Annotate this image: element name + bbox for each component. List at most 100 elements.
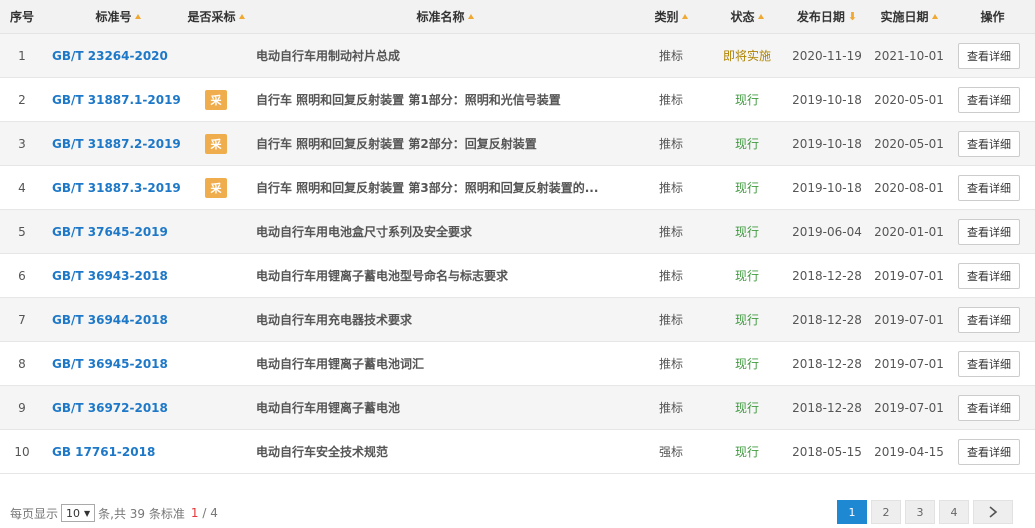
standard-type: 推标: [658, 401, 683, 415]
standard-status: 现行: [734, 313, 759, 327]
view-details-button[interactable]: 查看详细: [958, 438, 1020, 465]
view-details-button[interactable]: 查看详细: [958, 174, 1020, 201]
standard-type: 推标: [658, 269, 683, 283]
standard-code-link[interactable]: GB/T 37645-2019: [44, 210, 184, 253]
publish-date: 2018-12-28: [792, 356, 862, 371]
implement-date: 2020-08-01: [874, 180, 944, 195]
implement-date: 2020-05-01: [874, 92, 944, 107]
view-details-button[interactable]: 查看详细: [958, 130, 1020, 157]
adoption-cell: [184, 254, 248, 297]
adoption-cell: 采: [184, 166, 248, 209]
standards-list-page: 序号 标准号 是否采标 标准名称 类别 状态 发布日期 ⬇ 实施日期 操作 1 GB…: [0, 0, 1035, 528]
operation-cell: 查看详细: [950, 166, 1035, 209]
standard-code-link[interactable]: GB 17761-2018: [44, 430, 184, 473]
standard-type: 推标: [658, 93, 683, 107]
standard-status: 现行: [734, 269, 759, 283]
view-details-button[interactable]: 查看详细: [958, 218, 1020, 245]
standard-status: 现行: [734, 445, 759, 459]
sort-up-icon: [931, 14, 938, 19]
publish-date: 2019-10-18: [792, 136, 862, 151]
header-pubdate-sort[interactable]: 发布日期 ⬇: [786, 0, 868, 33]
adoption-cell: [184, 386, 248, 429]
standard-name: 电动自行车用锂离子蓄电池: [256, 401, 401, 415]
per-page-prefix: 每页显示: [10, 506, 59, 521]
standard-code-link[interactable]: GB/T 31887.2-2019: [44, 122, 184, 165]
table-row: 9 GB/T 36972-2018 电动自行车用锂离子蓄电池 推标 现行 2018-12-…: [0, 386, 1035, 430]
current-page-number: 1: [190, 506, 199, 520]
row-index: 5: [18, 224, 26, 239]
standard-status: 现行: [734, 137, 759, 151]
standard-status: 现行: [734, 93, 759, 107]
publish-date: 2019-10-18: [792, 180, 862, 195]
standard-code-link[interactable]: GB/T 23264-2020: [44, 34, 184, 77]
standard-code-link[interactable]: GB/T 36972-2018: [44, 386, 184, 429]
row-index: 2: [18, 92, 26, 107]
operation-cell: 查看详细: [950, 34, 1035, 77]
per-page-select[interactable]: 10 ▼: [61, 504, 96, 522]
standard-code-link[interactable]: GB/T 31887.1-2019: [44, 78, 184, 121]
view-details-button[interactable]: 查看详细: [958, 350, 1020, 377]
adoption-cell: [184, 210, 248, 253]
header-status-sort[interactable]: 状态: [708, 0, 786, 33]
standard-name: 自行车 照明和回复反射装置 第1部分：照明和光信号装置: [256, 93, 561, 107]
page-button-1[interactable]: 1: [837, 500, 867, 524]
total-pages: 4: [210, 506, 218, 520]
total-count: 条,共 39 条标准: [98, 506, 185, 521]
view-details-button[interactable]: 查看详细: [958, 86, 1020, 113]
table-row: 4 GB/T 31887.3-2019 采 自行车 照明和回复反射装置 第3部分：照明…: [0, 166, 1035, 210]
view-details-button[interactable]: 查看详细: [958, 42, 1020, 69]
operation-cell: 查看详细: [950, 210, 1035, 253]
implement-date: 2019-07-01: [874, 400, 944, 415]
sort-down-icon: ⬇: [847, 10, 858, 23]
adoption-cell: [184, 342, 248, 385]
publish-date: 2018-12-28: [792, 400, 862, 415]
sort-up-icon: [757, 14, 764, 19]
implement-date: 2019-04-15: [874, 444, 944, 459]
standard-type: 推标: [658, 49, 683, 63]
publish-date: 2018-12-28: [792, 268, 862, 283]
per-page-value: 10: [66, 506, 81, 520]
header-impdate-sort[interactable]: 实施日期: [868, 0, 950, 33]
view-details-button[interactable]: 查看详细: [958, 306, 1020, 333]
header-code-sort[interactable]: 标准号: [44, 0, 184, 33]
adoption-cell: 采: [184, 78, 248, 121]
page-separator: /: [198, 506, 211, 520]
standard-status: 现行: [734, 181, 759, 195]
implement-date: 2020-01-01: [874, 224, 944, 239]
table-row: 3 GB/T 31887.2-2019 采 自行车 照明和回复反射装置 第2部分：回复…: [0, 122, 1035, 166]
adopted-badge: 采: [205, 133, 227, 154]
operation-cell: 查看详细: [950, 122, 1035, 165]
sort-up-icon: [681, 14, 688, 19]
header-adoption-sort[interactable]: 是否采标: [184, 0, 248, 33]
operation-cell: 查看详细: [950, 78, 1035, 121]
view-details-button[interactable]: 查看详细: [958, 394, 1020, 421]
next-page-button[interactable]: [973, 500, 1013, 524]
standard-code-link[interactable]: GB/T 36945-2018: [44, 342, 184, 385]
page-button-3[interactable]: 3: [905, 500, 935, 524]
standard-code-link[interactable]: GB/T 36944-2018: [44, 298, 184, 341]
standard-code-link[interactable]: GB/T 31887.3-2019: [44, 166, 184, 209]
view-details-button[interactable]: 查看详细: [958, 262, 1020, 289]
operation-cell: 查看详细: [950, 342, 1035, 385]
header-type-sort[interactable]: 类别: [634, 0, 708, 33]
header-index: 序号: [9, 10, 34, 24]
operation-cell: 查看详细: [950, 386, 1035, 429]
sort-up-icon: [467, 14, 474, 19]
standard-status: 现行: [734, 357, 759, 371]
standard-type: 推标: [658, 357, 683, 371]
publish-date: 2019-06-04: [792, 224, 862, 239]
adopted-badge: 采: [205, 89, 227, 110]
standard-status: 即将实施: [722, 49, 771, 63]
adopted-badge: 采: [205, 177, 227, 198]
page-button-4[interactable]: 4: [939, 500, 969, 524]
pagination: 1234: [837, 500, 1013, 524]
standard-status: 现行: [734, 225, 759, 239]
adoption-cell: [184, 298, 248, 341]
page-button-2[interactable]: 2: [871, 500, 901, 524]
standard-type: 推标: [658, 137, 683, 151]
table-row: 2 GB/T 31887.1-2019 采 自行车 照明和回复反射装置 第1部分：照明…: [0, 78, 1035, 122]
standard-name: 自行车 照明和回复反射装置 第2部分：回复反射装置: [256, 137, 537, 151]
standard-name: 自行车 照明和回复反射装置 第3部分：照明和回复反射装置的...: [256, 181, 599, 195]
header-name-sort[interactable]: 标准名称: [248, 0, 634, 33]
standard-code-link[interactable]: GB/T 36943-2018: [44, 254, 184, 297]
